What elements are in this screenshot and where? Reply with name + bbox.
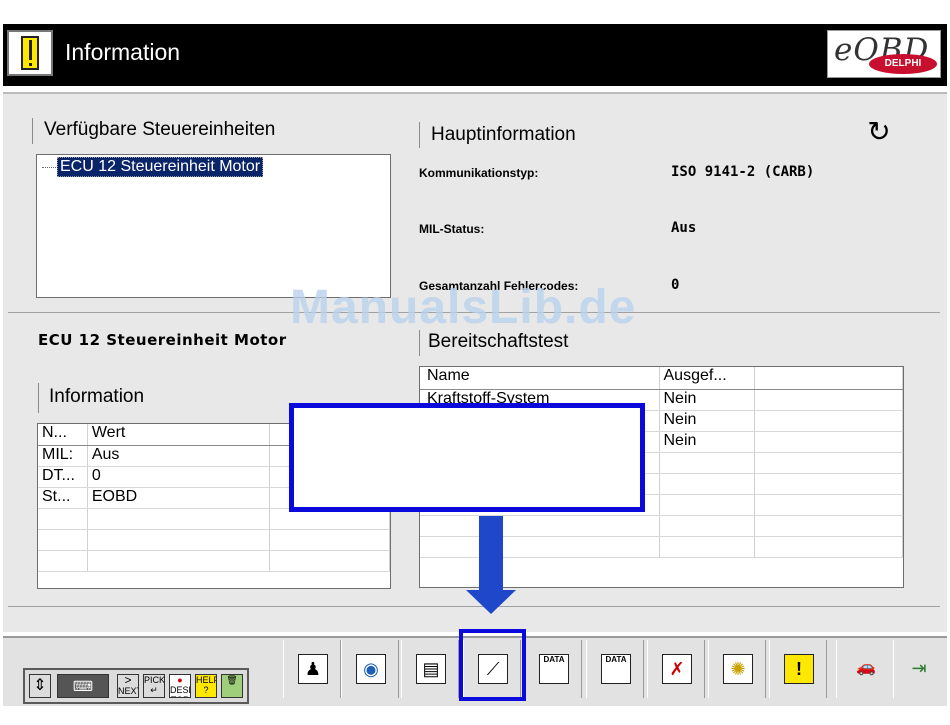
erase-codes-icon: ✗: [662, 654, 692, 684]
ecu-tree-item[interactable]: ECU 12 Steuereinheit Motor: [57, 157, 264, 177]
folder-button[interactable]: ▤: [401, 640, 459, 698]
section-marker: [32, 118, 33, 144]
data-graph-button[interactable]: DATA: [586, 640, 644, 698]
trash-icon[interactable]: 🗑: [221, 674, 243, 698]
comm-type-label: Kommunikationstyp:: [419, 166, 539, 180]
ecu-panel-title: Verfügbare Steuereinheiten: [44, 119, 276, 140]
annotation-box: [289, 403, 645, 512]
folder-icon: ▤: [416, 654, 446, 684]
table-row-empty: [38, 509, 390, 530]
table-cell: Nein: [660, 411, 756, 431]
table-row-empty: [38, 551, 390, 572]
ecu-tree[interactable]: ECU 12 Steuereinheit Motor: [36, 154, 391, 298]
column-header-completed[interactable]: Ausgef...: [660, 367, 756, 389]
joystick-icon: ♟: [298, 654, 328, 684]
watermark: ManualsLib.de: [290, 281, 637, 334]
eye-icon: ◉: [356, 654, 386, 684]
vehicle-button[interactable]: 🚗: [836, 640, 894, 698]
keyboard-icon[interactable]: ⌨: [57, 674, 109, 698]
joystick-button[interactable]: ♟: [283, 640, 341, 698]
table-cell: St...: [38, 488, 88, 508]
table-cell: Nein: [660, 432, 756, 452]
annotation-arrow-head: [466, 590, 516, 614]
main-info-title: Hauptinformation: [431, 124, 576, 145]
help-button[interactable]: HELP?: [195, 674, 217, 698]
sensor-button[interactable]: ✺: [708, 640, 766, 698]
nav-toolbar: ⇕ ⌨ >NEXT PICK↵ ●DESK TOP HELP? 🗑: [23, 668, 249, 704]
next-button[interactable]: >NEXT: [117, 674, 139, 698]
refresh-icon[interactable]: ↻: [863, 116, 895, 148]
data-graph-icon: DATA: [601, 654, 631, 684]
column-header-name[interactable]: Name: [420, 367, 660, 389]
table-header: Name Ausgef...: [420, 367, 903, 390]
table-row-empty: [38, 530, 390, 551]
mil-status-label: MIL-Status:: [419, 222, 485, 236]
table-cell: 0: [88, 467, 271, 487]
warning-icon: !: [784, 654, 814, 684]
sensor-icon: ✺: [723, 654, 753, 684]
column-header-name[interactable]: N...: [38, 424, 88, 445]
section-marker: [38, 383, 39, 413]
delphi-badge: DELPHI: [869, 54, 937, 74]
table-cell: DT...: [38, 467, 88, 487]
table-cell: Aus: [88, 446, 271, 466]
warning-button[interactable]: !: [769, 640, 827, 698]
annotation-highlight: [459, 629, 526, 701]
desktop-button[interactable]: ●DESK TOP: [169, 674, 191, 698]
column-header-value[interactable]: Wert: [88, 424, 271, 445]
title-bar: Information eOBD DELPHI: [3, 24, 947, 86]
eye-button[interactable]: ◉: [341, 640, 399, 698]
page-title: Information: [65, 39, 181, 65]
eobd-logo: eOBD DELPHI: [827, 30, 941, 78]
exit-button[interactable]: ⇥: [893, 640, 947, 698]
erase-codes-button[interactable]: ✗: [647, 640, 705, 698]
table-cell: Nein: [660, 390, 756, 410]
column-header-empty: [755, 367, 903, 389]
warning-icon: [7, 30, 53, 76]
move-icon[interactable]: ⇕: [29, 674, 51, 698]
section-marker: [419, 122, 420, 148]
data-stream-button[interactable]: DATA: [524, 640, 582, 698]
annotation-arrow: [479, 516, 503, 592]
selected-ecu-heading: ECU 12 Steuereinheit Motor: [38, 331, 287, 349]
mil-status-value: Aus: [671, 220, 697, 236]
exit-icon: ⇥: [911, 658, 927, 678]
dtc-count-value: 0: [671, 277, 680, 293]
table-cell: EOBD: [88, 488, 271, 508]
info-table-title: Information: [49, 386, 145, 407]
comm-type-value: ISO 9141-2 (CARB): [671, 164, 815, 180]
car-icon: 🚗: [856, 659, 876, 676]
pick-button[interactable]: PICK ↵: [143, 674, 165, 698]
data-stream-icon: DATA: [539, 654, 569, 684]
table-cell: MIL:: [38, 446, 88, 466]
tree-connector: [42, 167, 56, 168]
